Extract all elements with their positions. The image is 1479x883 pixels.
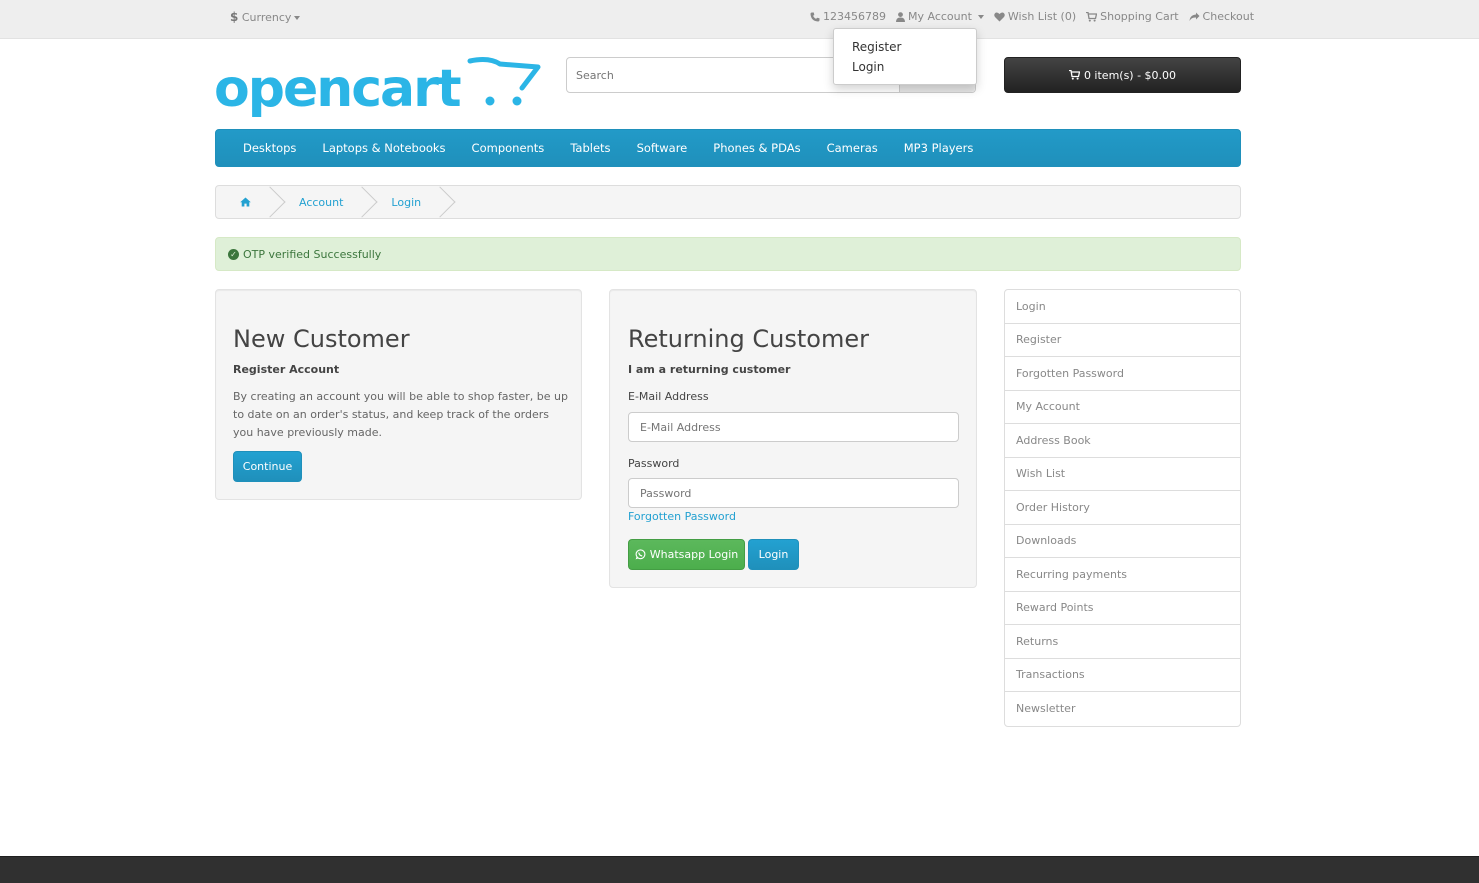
- sidebar-item-login[interactable]: Login: [1005, 290, 1240, 324]
- share-icon: [1189, 12, 1200, 21]
- sidebar-item-address-book[interactable]: Address Book: [1005, 424, 1240, 458]
- whatsapp-login-button[interactable]: Whatsapp Login: [628, 539, 745, 570]
- menu-item-laptops-notebooks[interactable]: Laptops & Notebooks: [309, 141, 458, 155]
- login-button[interactable]: Login: [748, 539, 799, 570]
- returning-customer-subtitle: I am a returning customer: [628, 363, 791, 376]
- currency-symbol: $: [230, 10, 239, 24]
- home-icon: [240, 197, 251, 207]
- cart-button[interactable]: 0 item(s) - $0.00: [1004, 57, 1241, 93]
- sidebar-item-newsletter[interactable]: Newsletter: [1005, 692, 1240, 726]
- menu-item-software[interactable]: Software: [624, 141, 701, 155]
- email-label: E-Mail Address: [628, 390, 709, 403]
- user-icon: [896, 11, 905, 22]
- currency-label: Currency: [241, 11, 292, 24]
- whatsapp-icon: [635, 549, 646, 560]
- returning-customer-panel: Returning Customer I am a returning cust…: [609, 289, 977, 588]
- sidebar-item-downloads[interactable]: Downloads: [1005, 525, 1240, 558]
- forgotten-password-link[interactable]: Forgotten Password: [628, 510, 736, 523]
- dropdown-item-register[interactable]: Register: [834, 37, 976, 57]
- wishlist-label: Wish List (0): [1007, 10, 1077, 23]
- continue-button[interactable]: Continue: [233, 451, 302, 482]
- password-field[interactable]: [628, 478, 959, 508]
- top-links: 123456789 My Account Wish List (0) Shopp…: [810, 10, 1254, 23]
- new-customer-description: By creating an account you will be able …: [233, 390, 568, 439]
- account-sidebar: Login Register Forgotten Password My Acc…: [1004, 289, 1241, 727]
- cart-icon: [1068, 70, 1080, 80]
- cart-total-label: 0 item(s) - $0.00: [1083, 68, 1177, 82]
- logo-text: opencart: [214, 59, 461, 119]
- sidebar-item-wish-list[interactable]: Wish List: [1005, 458, 1240, 491]
- success-alert: ✓ OTP verified Successfully: [215, 237, 1241, 271]
- new-customer-title: New Customer: [233, 325, 410, 353]
- heart-icon: [994, 12, 1005, 21]
- menu-item-desktops[interactable]: Desktops: [230, 141, 309, 155]
- menu-item-phones-pdas[interactable]: Phones & PDAs: [700, 141, 813, 155]
- opencart-logo[interactable]: opencart: [214, 56, 544, 122]
- menu-item-tablets[interactable]: Tablets: [557, 141, 623, 155]
- caret-down-icon: [294, 16, 301, 20]
- email-field[interactable]: [628, 412, 959, 442]
- phone-number: 123456789: [823, 10, 886, 23]
- caret-down-icon: [977, 14, 984, 19]
- breadcrumb-account[interactable]: Account: [275, 186, 367, 218]
- account-dropdown-menu: Register Login: [833, 28, 977, 85]
- password-label: Password: [628, 457, 680, 470]
- my-account-link[interactable]: My Account: [896, 10, 984, 23]
- currency-dropdown[interactable]: $ Currency: [230, 10, 301, 24]
- sidebar-item-register[interactable]: Register: [1005, 324, 1240, 357]
- register-account-subtitle: Register Account: [233, 363, 340, 376]
- main-menu: Desktops Laptops & Notebooks Components …: [215, 129, 1241, 167]
- sidebar-item-returns[interactable]: Returns: [1005, 625, 1240, 659]
- breadcrumb-home[interactable]: [216, 186, 275, 218]
- sidebar-item-my-account[interactable]: My Account: [1005, 391, 1240, 424]
- menu-item-mp3-players[interactable]: MP3 Players: [891, 141, 987, 155]
- whatsapp-login-label: Whatsapp Login: [649, 548, 739, 561]
- dropdown-item-login[interactable]: Login: [834, 57, 976, 77]
- sidebar-item-reward-points[interactable]: Reward Points: [1005, 592, 1240, 625]
- sidebar-item-transactions[interactable]: Transactions: [1005, 659, 1240, 692]
- phone-link[interactable]: 123456789: [810, 10, 886, 23]
- check-circle-icon: ✓: [228, 248, 239, 260]
- new-customer-panel: New Customer Register Account By creatin…: [215, 289, 582, 500]
- footer: [0, 856, 1479, 883]
- my-account-label: My Account: [908, 10, 972, 23]
- top-bar: $ Currency 123456789 My Account Wish Lis…: [0, 0, 1479, 39]
- returning-customer-title: Returning Customer: [628, 325, 869, 353]
- breadcrumb: Account Login: [215, 185, 1241, 219]
- sidebar-item-recurring-payments[interactable]: Recurring payments: [1005, 558, 1240, 592]
- breadcrumb-login[interactable]: Login: [367, 186, 445, 218]
- shopping-cart-link[interactable]: Shopping Cart: [1086, 10, 1179, 23]
- wishlist-link[interactable]: Wish List (0): [994, 10, 1076, 23]
- menu-item-cameras[interactable]: Cameras: [814, 141, 891, 155]
- alert-message: OTP verified Successfully: [243, 247, 382, 261]
- checkout-label: Checkout: [1202, 10, 1255, 23]
- cart-icon: [1086, 11, 1098, 22]
- menu-item-components[interactable]: Components: [459, 141, 558, 155]
- checkout-link[interactable]: Checkout: [1189, 10, 1254, 23]
- shopping-cart-label: Shopping Cart: [1100, 10, 1179, 23]
- sidebar-item-forgotten-password[interactable]: Forgotten Password: [1005, 357, 1240, 391]
- phone-icon: [810, 12, 820, 21]
- sidebar-item-order-history[interactable]: Order History: [1005, 491, 1240, 525]
